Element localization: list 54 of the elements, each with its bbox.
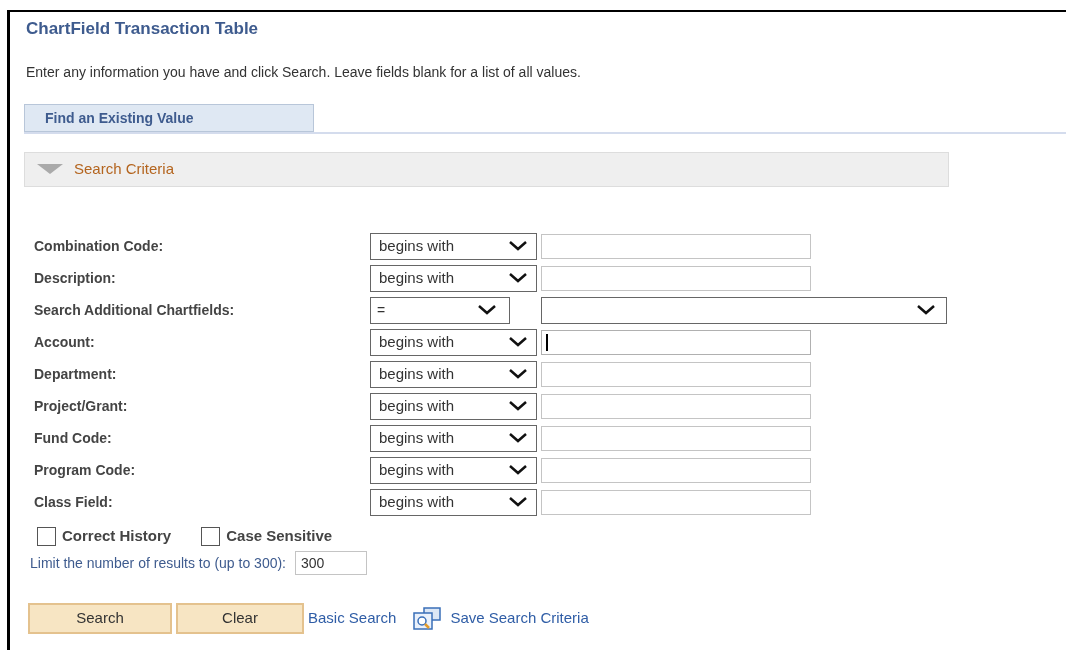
- save-search-icon: [412, 606, 443, 631]
- save-criteria-link[interactable]: Save Search Criteria: [412, 606, 589, 631]
- chevron-down-icon: [508, 368, 528, 380]
- operator-dropdown[interactable]: begins with: [370, 424, 537, 452]
- chevron-down-icon: [508, 496, 528, 508]
- operator-dropdown[interactable]: begins with: [370, 456, 537, 484]
- field-label: Search Additional Chartfields:: [33, 300, 236, 320]
- chevron-down-icon: [477, 304, 497, 316]
- section-header[interactable]: Search Criteria: [24, 152, 949, 187]
- chevron-down-icon: [508, 400, 528, 412]
- field-label: Account:: [33, 332, 96, 352]
- search-button[interactable]: Search: [28, 603, 172, 634]
- operator-dropdown[interactable]: begins with: [370, 264, 537, 292]
- input-field[interactable]: [541, 265, 811, 291]
- chevron-down-icon: [508, 432, 528, 444]
- operator-dropdown[interactable]: begins with: [370, 488, 537, 516]
- operator-dropdown[interactable]: =: [370, 296, 510, 324]
- input-field[interactable]: [541, 489, 811, 515]
- instructions-text: Enter any information you have and click Search. Leave fields blank for a list of all values.: [25, 63, 582, 81]
- text-cursor: [546, 333, 548, 351]
- chevron-down-icon: [508, 272, 528, 284]
- chevron-down-icon: [508, 240, 528, 252]
- operator-dropdown[interactable]: begins with: [370, 392, 537, 420]
- limit-field[interactable]: 300: [295, 551, 367, 575]
- checkbox[interactable]: [37, 526, 56, 546]
- checkbox-label: Case Sensitive: [226, 525, 333, 546]
- input-field[interactable]: [541, 393, 811, 419]
- chevron-down-icon: [916, 304, 936, 316]
- field-label: Combination Code:: [33, 236, 165, 256]
- chevron-down-icon: [508, 464, 528, 476]
- field-label: Description:: [33, 268, 117, 288]
- page-title: ChartField Transaction Table: [25, 18, 260, 40]
- operator-dropdown[interactable]: begins with: [370, 328, 537, 356]
- checkbox-label: Correct History: [62, 525, 172, 546]
- field-label: Program Code:: [33, 460, 137, 480]
- chevron-down-icon: [508, 336, 528, 348]
- field-label: Fund Code:: [33, 428, 113, 448]
- field-label: Project/Grant:: [33, 396, 129, 416]
- clear-button[interactable]: Clear: [176, 603, 304, 634]
- field-label: Department:: [33, 364, 118, 384]
- section-title: Search Criteria: [74, 159, 175, 180]
- input-field[interactable]: [541, 425, 811, 451]
- input-field[interactable]: [541, 233, 811, 259]
- basic-search-link[interactable]: Basic Search: [308, 607, 397, 630]
- field-label: Class Field:: [33, 492, 114, 512]
- operator-dropdown[interactable]: begins with: [370, 232, 537, 260]
- chartfield-dropdown[interactable]: [541, 296, 947, 324]
- checkbox[interactable]: [201, 526, 221, 546]
- operator-dropdown[interactable]: begins with: [370, 360, 537, 388]
- input-field[interactable]: [541, 361, 811, 387]
- input-field[interactable]: [541, 457, 811, 483]
- input-field[interactable]: [541, 329, 811, 355]
- limit-label: Limit the number of results to (up to 300):: [29, 553, 286, 573]
- tab[interactable]: Find an Existing Value: [24, 104, 314, 132]
